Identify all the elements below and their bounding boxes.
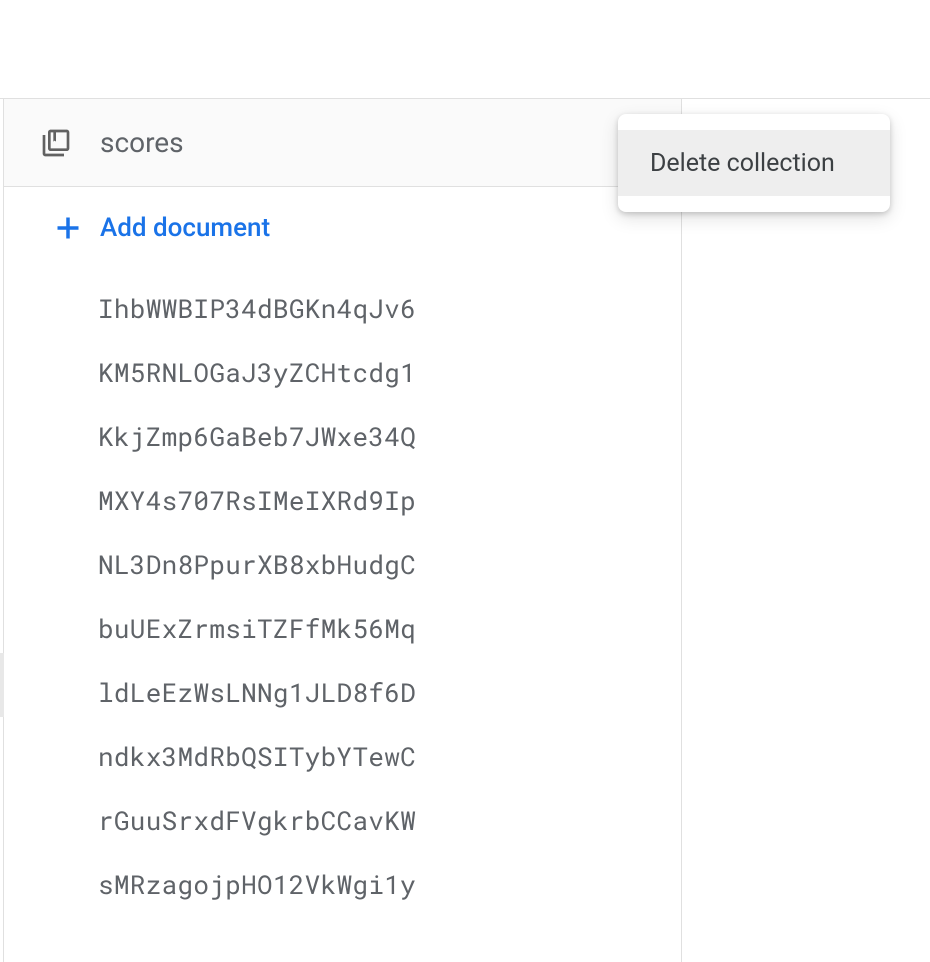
document-list: IhbWWBIP34dBGKn4qJv6 KM5RNLOGaJ3yZCHtcdg… <box>4 269 681 917</box>
top-spacer <box>0 0 930 98</box>
left-edge-scroll-indicator <box>0 653 4 717</box>
left-edge-divider <box>0 99 4 962</box>
collection-panel-header: scores <box>4 99 681 187</box>
collection-icon <box>40 127 72 159</box>
document-item[interactable]: rGuuSrxdFVgkrbCCavKW <box>4 789 681 853</box>
collection-panel: scores Add document IhbWWBIP34dBGKn4qJv6 <box>4 99 682 962</box>
document-item[interactable]: ndkx3MdRbQSITybYTewC <box>4 725 681 789</box>
plus-icon <box>52 212 84 244</box>
collection-name: scores <box>100 126 611 159</box>
document-item[interactable]: ldLeEzWsLNNg1JLD8f6D <box>4 661 681 725</box>
context-menu: Delete collection <box>618 114 890 212</box>
document-item[interactable]: buUExZrmsiTZFfMk56Mq <box>4 597 681 661</box>
add-document-label: Add document <box>100 213 270 243</box>
document-item[interactable]: IhbWWBIP34dBGKn4qJv6 <box>4 277 681 341</box>
main-container: scores Add document IhbWWBIP34dBGKn4qJv6 <box>0 98 930 962</box>
document-item[interactable]: sMRzagojpHO12VkWgi1y <box>4 853 681 917</box>
document-item[interactable]: KM5RNLOGaJ3yZCHtcdg1 <box>4 341 681 405</box>
document-item[interactable]: NL3Dn8PpurXB8xbHudgC <box>4 533 681 597</box>
right-detail-panel <box>682 99 930 962</box>
delete-collection-menu-item[interactable]: Delete collection <box>618 130 890 196</box>
document-item[interactable]: KkjZmp6GaBeb7JWxe34Q <box>4 405 681 469</box>
add-document-button[interactable]: Add document <box>4 187 681 269</box>
document-item[interactable]: MXY4s707RsIMeIXRd9Ip <box>4 469 681 533</box>
